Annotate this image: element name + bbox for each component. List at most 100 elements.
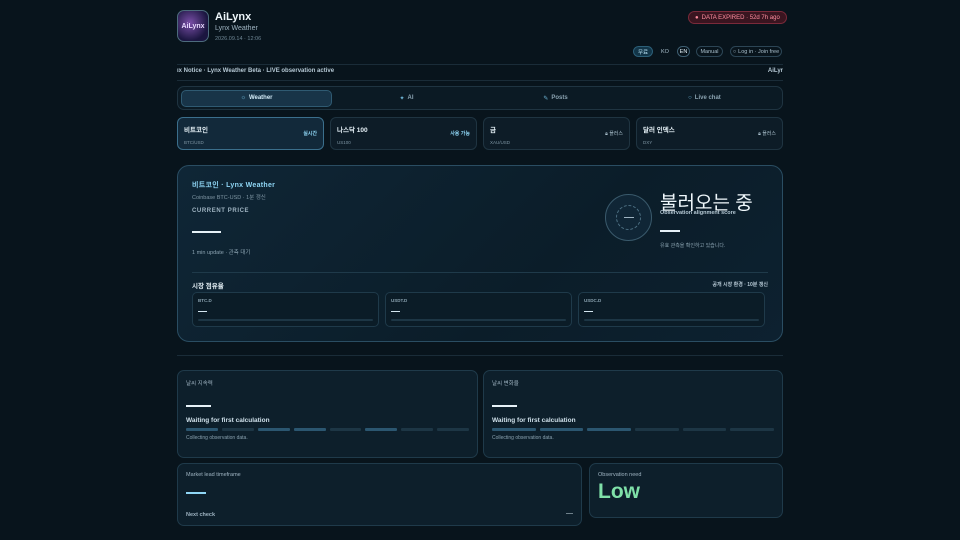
- free-plan-pill[interactable]: 무료: [633, 46, 653, 57]
- alignment-gauge: [605, 194, 652, 241]
- segment: [437, 428, 469, 431]
- share-value-placeholder: [198, 311, 207, 312]
- observation-need-value: Low: [598, 480, 640, 503]
- share-value-placeholder: [391, 311, 400, 312]
- market-lead-card: Market lead timeframe Next check —: [177, 463, 582, 526]
- user-icon: ○: [732, 48, 737, 55]
- hero-title: 비트코인 · Lynx Weather: [192, 182, 276, 189]
- card-title: 날씨 지속력: [186, 381, 213, 387]
- share-label: USDT.D: [391, 298, 408, 303]
- app-logo: AiLynx: [177, 10, 209, 42]
- next-check-label: Next check: [186, 512, 216, 518]
- segment: [492, 428, 536, 431]
- asset-badge: 🔒︎ 플러스: [605, 130, 623, 137]
- segment: [257, 428, 290, 431]
- gauge-dash: [623, 217, 634, 218]
- asset-symbol: DXY: [643, 140, 653, 145]
- lock-icon: 🔒︎: [758, 131, 761, 137]
- segment: [682, 428, 727, 431]
- card-title: Observation need: [598, 472, 642, 478]
- asset-badge: 🔒︎ 플러스: [758, 130, 776, 137]
- asset-badge-label: 플러스: [762, 131, 776, 137]
- tab-live-chat[interactable]: ○ Live chat: [630, 90, 779, 107]
- notice-ticker: ıx Notice · Lynx Weather Beta · LIVE obs…: [177, 68, 783, 77]
- brand-block: AiLynx Lynx Weather 2026.09.14 · 12:06: [215, 11, 261, 42]
- main-tabs: ☼ Weather ✦ AI ✎ Posts ○ Live chat: [177, 86, 783, 110]
- asset-badge-label: 플러스: [609, 131, 623, 137]
- chat-icon: ○: [688, 95, 692, 101]
- segment: [329, 428, 362, 431]
- hero-source: Coinbase BTC-USD · 1분 갱신: [192, 195, 266, 201]
- asset-card-nasdaq[interactable]: 나스닥 100 US100 사용 가능: [330, 117, 477, 150]
- card-title: 날씨 변화율: [492, 381, 519, 387]
- app-name: AiLynx: [215, 11, 252, 23]
- market-share-title: 시장 점유율: [192, 283, 224, 290]
- progress-segments: [492, 428, 775, 431]
- divider: [177, 355, 783, 356]
- segment: [539, 428, 584, 431]
- segment: [293, 428, 326, 431]
- share-label: BTC.D: [198, 298, 212, 303]
- manual-button[interactable]: Manual: [696, 46, 723, 57]
- card-status: Waiting for first calculation: [492, 417, 576, 424]
- score-placeholder: [660, 230, 680, 232]
- asset-symbol: BTC/USD: [184, 140, 204, 145]
- tab-ai[interactable]: ✦ AI: [332, 90, 481, 107]
- notice-text: ıx Notice · Lynx Weather Beta · LIVE obs…: [177, 68, 335, 74]
- asset-card-dxy[interactable]: 달러 인덱스 DXY 🔒︎ 플러스: [636, 117, 783, 150]
- login-button[interactable]: ○ Log in · Join free: [730, 46, 782, 57]
- asset-title: 금: [490, 127, 496, 134]
- share-label: USDC.D: [584, 298, 602, 303]
- card-note: Collecting observation data.: [492, 435, 554, 441]
- divider: [177, 80, 783, 81]
- asset-symbol: XAU/USD: [490, 140, 511, 145]
- lang-en-button[interactable]: EN: [677, 46, 690, 57]
- tab-label: Posts: [551, 95, 568, 101]
- share-bar: [198, 319, 373, 321]
- volatility-card: 날씨 변화율 Waiting for first calculation Col…: [483, 370, 783, 458]
- share-bar: [391, 319, 566, 321]
- share-bar: [584, 319, 759, 321]
- lang-ko-button[interactable]: KO: [658, 46, 672, 57]
- notice-text-right: AiLyr: [767, 68, 783, 74]
- next-check-value: —: [566, 510, 573, 517]
- asset-symbol: US100: [337, 140, 351, 145]
- app-subtitle: Lynx Weather: [215, 25, 258, 32]
- score-label: Observation alignment score: [660, 210, 736, 216]
- asset-card-bitcoin[interactable]: 비트코인 BTC/USD 실시간: [177, 117, 324, 150]
- tab-posts[interactable]: ✎ Posts: [481, 90, 630, 107]
- update-status: 1 min update · 관측 대기: [192, 250, 251, 256]
- value-placeholder: [492, 405, 517, 407]
- value-placeholder: [186, 405, 211, 407]
- segment: [587, 428, 632, 431]
- divider: [177, 64, 783, 65]
- sun-icon: ☼: [240, 95, 246, 101]
- current-price-label: CURRENT PRICE: [192, 208, 250, 214]
- segment: [401, 428, 434, 431]
- share-card-usdt-d: USDT.D: [385, 292, 572, 327]
- current-price-placeholder: [192, 231, 221, 233]
- progress-segments: [186, 428, 469, 431]
- lock-icon: 🔒︎: [605, 131, 608, 137]
- segment: [635, 428, 679, 431]
- asset-title: 비트코인: [184, 127, 208, 134]
- data-timestamp: 2026.09.14 · 12:06: [215, 36, 262, 42]
- tab-label: AI: [407, 95, 414, 101]
- login-label: Log in · Join free: [738, 48, 780, 55]
- segment: [730, 428, 775, 431]
- expired-text: DATA EXPIRED · 52d 7h ago: [701, 14, 780, 21]
- pencil-icon: ✎: [543, 95, 549, 102]
- alert-dot-icon: ●: [695, 14, 699, 21]
- share-card-usdc-d: USDC.D: [578, 292, 765, 327]
- hold-text: 유효 관측을 확인하고 있습니다.: [660, 243, 726, 249]
- lead-value-placeholder: [186, 492, 206, 494]
- share-card-btc-d: BTC.D: [192, 292, 379, 327]
- data-expired-badge: ● DATA EXPIRED · 52d 7h ago: [688, 11, 787, 24]
- asset-card-gold[interactable]: 금 XAU/USD 🔒︎ 플러스: [483, 117, 630, 150]
- card-note: Collecting observation data.: [186, 435, 248, 441]
- asset-badge: 실시간: [303, 131, 317, 137]
- tab-weather[interactable]: ☼ Weather: [181, 89, 332, 107]
- persistence-card: 날씨 지속력 Waiting for first calculation Col…: [177, 370, 478, 458]
- tab-label: Weather: [248, 95, 273, 101]
- segment: [186, 428, 218, 431]
